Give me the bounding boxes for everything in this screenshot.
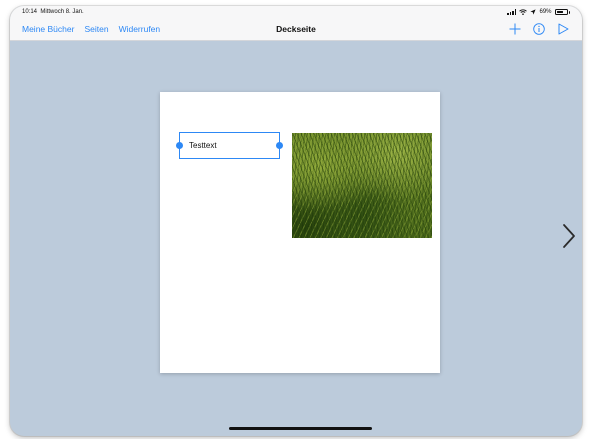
home-indicator[interactable] [229, 427, 372, 430]
text-box[interactable]: Testtext [176, 132, 283, 159]
nav-right-group [508, 22, 570, 36]
undo-button[interactable]: Widerrufen [119, 24, 161, 34]
play-button[interactable] [556, 22, 570, 36]
top-bar: 10:14 Mittwoch 8. Jan. 69% Meine Bücher … [10, 6, 582, 41]
location-arrow-icon [530, 9, 537, 15]
resize-handle-left[interactable] [176, 142, 183, 149]
info-button[interactable] [532, 22, 546, 36]
plus-icon [509, 23, 521, 35]
grass-image[interactable] [292, 133, 432, 238]
status-date-value: Mittwoch 8. Jan. [40, 9, 84, 15]
book-page-canvas[interactable]: Testtext [160, 92, 440, 373]
info-icon [533, 23, 545, 35]
battery-tip [568, 10, 570, 14]
add-button[interactable] [508, 22, 522, 36]
play-icon [558, 23, 568, 35]
ipad-screen: 10:14 Mittwoch 8. Jan. 69% Meine Bücher … [10, 6, 582, 436]
pages-button[interactable]: Seiten [84, 24, 108, 34]
battery-icon [554, 9, 568, 15]
status-indicators: 69% [507, 8, 570, 16]
status-time-value: 10:14 [22, 9, 38, 15]
wifi-icon [519, 9, 528, 15]
status-time: 10:14 Mittwoch 8. Jan. [22, 9, 84, 15]
chevron-right-icon[interactable] [561, 222, 577, 250]
my-books-button[interactable]: Meine Bücher [22, 24, 74, 34]
battery-level-fill [556, 11, 563, 13]
battery-percentage: 69% [539, 9, 552, 15]
text-box-content: Testtext [189, 141, 217, 150]
nav-left-group: Meine Bücher Seiten Widerrufen [22, 24, 160, 34]
resize-handle-right[interactable] [276, 142, 283, 149]
cellular-signal-icon [507, 9, 517, 15]
